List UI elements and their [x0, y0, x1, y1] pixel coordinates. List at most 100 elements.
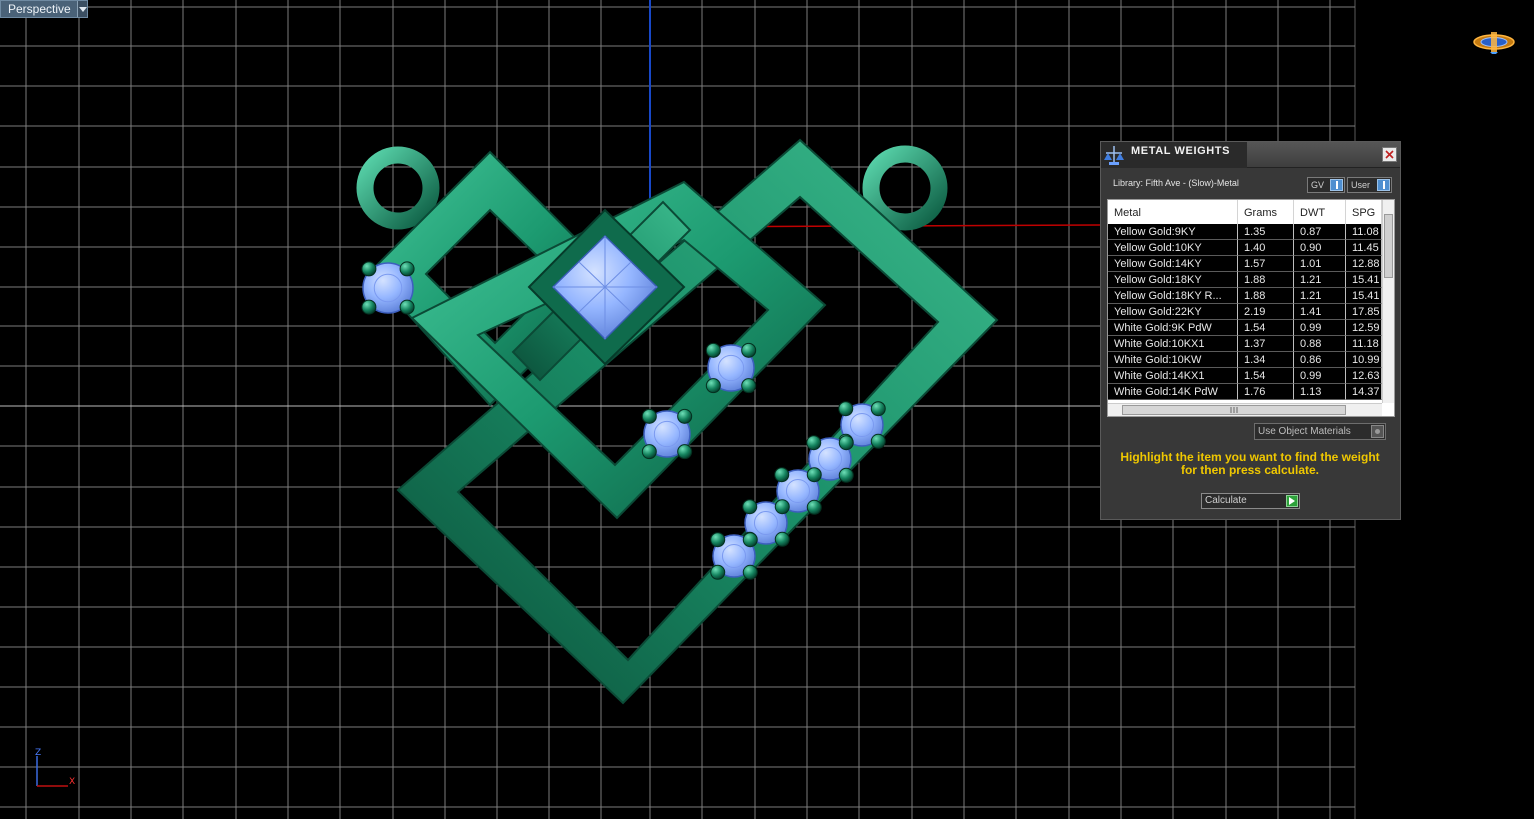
cell-spg: 12.59 [1346, 320, 1382, 336]
prong-bead [710, 532, 726, 548]
table-row[interactable]: White Gold:14K PdW 1.76 1.13 14.37 [1108, 384, 1382, 400]
cell-metal: White Gold:10KW [1108, 352, 1238, 368]
column-header-grams[interactable]: Grams [1238, 200, 1294, 224]
axis-triad: Z X [28, 748, 84, 794]
table-row[interactable]: Yellow Gold:9KY 1.35 0.87 11.08 [1108, 224, 1382, 240]
vertical-scrollbar[interactable] [1382, 200, 1394, 403]
table-body: Yellow Gold:9KY 1.35 0.87 11.08 Yellow Gold:… [1108, 224, 1382, 400]
cell-metal: Yellow Gold:14KY [1108, 256, 1238, 272]
use-object-materials-label: Use Object Materials [1258, 426, 1351, 437]
prong-bead [870, 401, 886, 417]
gv-label: GV [1311, 180, 1325, 190]
prong-bead [677, 408, 693, 424]
cell-spg: 10.99 [1346, 352, 1382, 368]
cell-metal: White Gold:14K PdW [1108, 384, 1238, 400]
cell-dwt: 0.87 [1294, 224, 1346, 240]
prong-bead [838, 467, 854, 483]
prong-bead [641, 444, 657, 460]
view-navigation-widget-icon[interactable] [1472, 30, 1516, 54]
cell-dwt: 1.01 [1294, 256, 1346, 272]
user-label: User [1351, 180, 1371, 190]
toggle-icon [1377, 179, 1390, 191]
table-row[interactable]: Yellow Gold:18KY 1.88 1.21 15.41 [1108, 272, 1382, 288]
cell-spg: 11.08 [1346, 224, 1382, 240]
prong-bead [774, 499, 790, 515]
cell-spg: 17.85 [1346, 304, 1382, 320]
scale-weight-icon [1104, 146, 1124, 165]
cell-metal: White Gold:10KX1 [1108, 336, 1238, 352]
horizontal-scroll-thumb[interactable] [1122, 405, 1346, 415]
cell-spg: 11.45 [1346, 240, 1382, 256]
cell-metal: Yellow Gold:22KY [1108, 304, 1238, 320]
axis-x-label: X [69, 777, 76, 787]
calculate-button[interactable]: Calculate [1201, 493, 1300, 509]
cell-metal: White Gold:14KX1 [1108, 368, 1238, 384]
round-stone [641, 408, 693, 460]
grip-icon [1230, 407, 1238, 413]
prong-bead [710, 564, 726, 580]
close-icon [1385, 150, 1394, 159]
cell-grams: 1.37 [1238, 336, 1294, 352]
prong-bead [399, 299, 415, 315]
cell-dwt: 0.99 [1294, 320, 1346, 336]
table-row[interactable]: White Gold:10KX1 1.37 0.88 11.18 [1108, 336, 1382, 352]
viewport-name-dropdown[interactable]: Perspective [0, 0, 88, 18]
prong-bead [838, 401, 854, 417]
table-row[interactable]: Yellow Gold:14KY 1.57 1.01 12.88 [1108, 256, 1382, 272]
prong-bead [399, 261, 415, 277]
prong-bead [806, 435, 822, 451]
prong-bead [641, 408, 657, 424]
cell-dwt: 0.86 [1294, 352, 1346, 368]
3d-viewport[interactable]: Perspective Z X METAL WEIGHTS Library: F… [0, 0, 1534, 819]
column-header-spg[interactable]: SPG [1346, 200, 1382, 224]
prong-bead [742, 564, 758, 580]
metal-weights-panel[interactable]: METAL WEIGHTS Library: Fifth Ave - (Slow… [1100, 141, 1401, 520]
cell-spg: 15.41 [1346, 288, 1382, 304]
metal-table[interactable]: Metal Grams DWT SPG Yellow Gold:9KY 1.35 0… [1107, 199, 1395, 417]
gv-library-toggle[interactable]: GV [1307, 177, 1345, 193]
horizontal-scrollbar[interactable] [1108, 403, 1382, 416]
column-header-dwt[interactable]: DWT [1294, 200, 1346, 224]
prong-bead [806, 467, 822, 483]
table-row[interactable]: White Gold:9K PdW 1.54 0.99 12.59 [1108, 320, 1382, 336]
cell-dwt: 1.41 [1294, 304, 1346, 320]
column-header-metal[interactable]: Metal [1108, 200, 1238, 224]
table-row[interactable]: Yellow Gold:22KY 2.19 1.41 17.85 [1108, 304, 1382, 320]
cell-grams: 1.88 [1238, 272, 1294, 288]
vertical-scroll-thumb[interactable] [1384, 214, 1393, 278]
panel-title-bar[interactable]: METAL WEIGHTS [1101, 142, 1400, 168]
cell-spg: 15.41 [1346, 272, 1382, 288]
cell-grams: 1.54 [1238, 368, 1294, 384]
cell-dwt: 0.99 [1294, 368, 1346, 384]
cell-dwt: 0.88 [1294, 336, 1346, 352]
table-row[interactable]: White Gold:10KW 1.34 0.86 10.99 [1108, 352, 1382, 368]
toggle-icon [1330, 179, 1343, 191]
cell-spg: 12.88 [1346, 256, 1382, 272]
prong-bead [870, 433, 886, 449]
heart-pendant-model[interactable] [356, 138, 999, 705]
table-row[interactable]: Yellow Gold:10KY 1.40 0.90 11.45 [1108, 240, 1382, 256]
use-object-materials-toggle[interactable]: Use Object Materials [1254, 423, 1386, 440]
prong-bead [741, 378, 757, 394]
cell-metal: Yellow Gold:10KY [1108, 240, 1238, 256]
cell-spg: 14.37 [1346, 384, 1382, 400]
table-header: Metal Grams DWT SPG [1108, 200, 1382, 224]
close-button[interactable] [1382, 147, 1397, 162]
prong-bead [361, 261, 377, 277]
chevron-down-icon[interactable] [77, 1, 87, 17]
left-bail-ring [356, 146, 440, 230]
cell-grams: 1.88 [1238, 288, 1294, 304]
table-row[interactable]: White Gold:14KX1 1.54 0.99 12.63 [1108, 368, 1382, 384]
round-stone [361, 261, 415, 315]
cell-spg: 12.63 [1346, 368, 1382, 384]
prong-bead [705, 378, 721, 394]
prong-bead [774, 467, 790, 483]
user-library-toggle[interactable]: User [1347, 177, 1392, 193]
cell-dwt: 1.13 [1294, 384, 1346, 400]
cell-grams: 1.34 [1238, 352, 1294, 368]
panel-title: METAL WEIGHTS [1131, 145, 1231, 157]
cell-metal: White Gold:9K PdW [1108, 320, 1238, 336]
cell-grams: 1.54 [1238, 320, 1294, 336]
table-row[interactable]: Yellow Gold:18KY R... 1.88 1.21 15.41 [1108, 288, 1382, 304]
library-label: Library: Fifth Ave - (Slow)-Metal [1113, 178, 1239, 188]
